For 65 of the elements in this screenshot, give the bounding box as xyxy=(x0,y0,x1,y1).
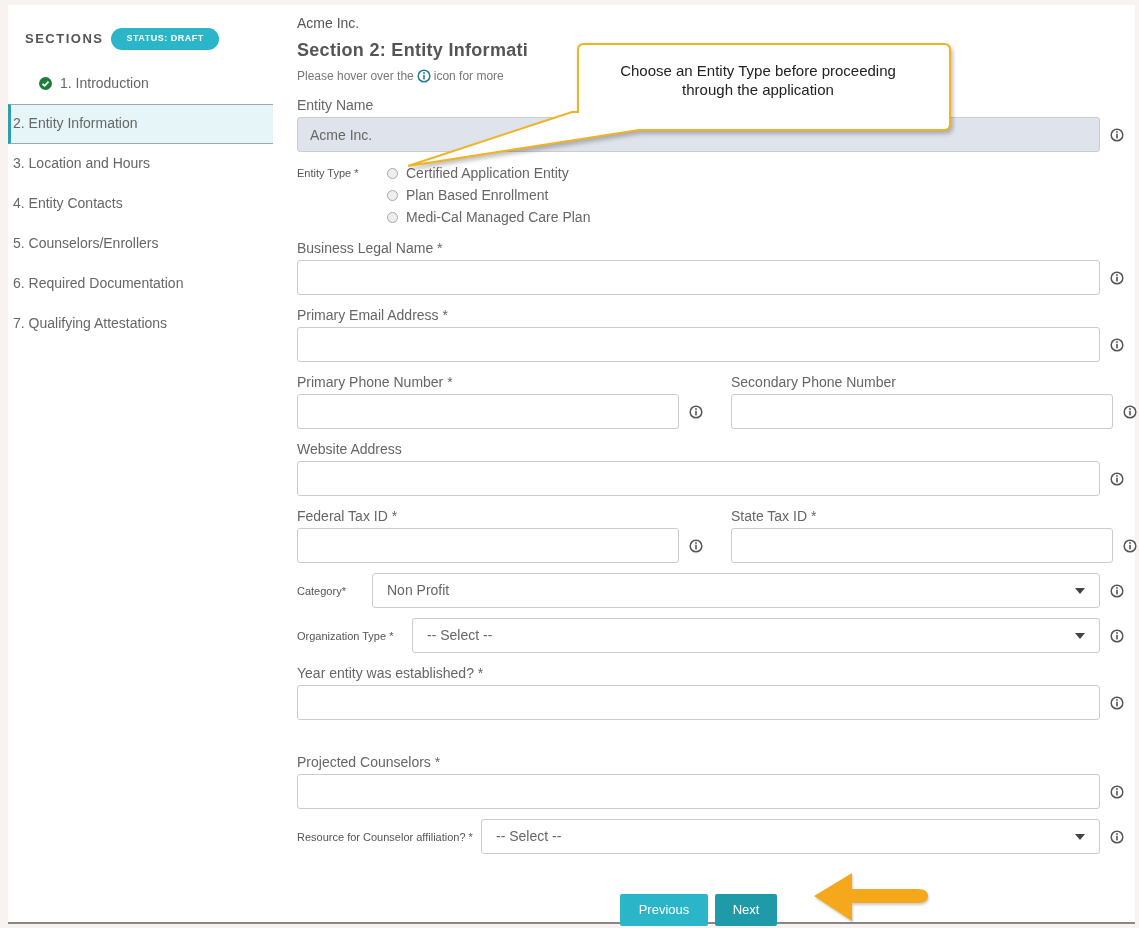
status-badge: STATUS: DRAFT xyxy=(111,28,219,50)
field-label: Category* xyxy=(297,583,347,599)
sidebar-heading: SECTIONS xyxy=(25,30,104,48)
info-icon xyxy=(1110,471,1124,486)
radio-button[interactable] xyxy=(387,189,398,201)
text-field[interactable] xyxy=(297,327,1100,362)
field-label: Organization Type * xyxy=(297,628,395,644)
info-icon xyxy=(1123,538,1137,553)
text-field[interactable] xyxy=(731,394,1113,429)
select-field[interactable]: -- Select -- xyxy=(412,618,1100,653)
field-label: Resource for Counselor affiliation? * xyxy=(297,829,474,845)
field-label: Website Address xyxy=(297,440,403,459)
radio-label: Certified Application Entity xyxy=(406,163,569,183)
text-field[interactable] xyxy=(297,461,1100,496)
info-icon xyxy=(1110,270,1124,285)
sidebar-item[interactable]: 6. Required Documentation xyxy=(8,263,273,304)
info-icon xyxy=(689,538,703,553)
info-icon xyxy=(1110,695,1124,710)
select-field[interactable]: -- Select -- xyxy=(481,819,1100,854)
select-field[interactable]: Non Profit xyxy=(372,573,1100,608)
info-icon xyxy=(1123,404,1137,419)
text-field[interactable] xyxy=(731,528,1113,563)
field-label: Projected Counselors * xyxy=(297,753,442,772)
caret-icon xyxy=(1075,632,1085,639)
info-icon xyxy=(1110,337,1124,352)
hint-text: Please hover over the xyxy=(297,68,414,85)
info-icon xyxy=(689,404,703,419)
sidebar-item[interactable]: 7. Qualifying Attestations xyxy=(8,303,273,344)
text-field[interactable] xyxy=(297,774,1100,809)
field-label: Business Legal Name * xyxy=(297,239,444,258)
field-label: State Tax ID * xyxy=(731,507,818,526)
field-label: Entity Type * xyxy=(297,166,360,181)
field-label: Federal Tax ID * xyxy=(297,507,399,526)
text-field[interactable] xyxy=(297,685,1100,720)
field-label: Year entity was established? * xyxy=(297,664,485,683)
radio-button[interactable] xyxy=(387,167,398,179)
info-icon xyxy=(1110,127,1124,142)
organization-name: Acme Inc. xyxy=(297,14,361,33)
text-field[interactable] xyxy=(297,394,679,429)
field-label: Primary Phone Number * xyxy=(297,373,454,392)
info-icon xyxy=(1110,784,1124,799)
radio-button[interactable] xyxy=(387,211,398,223)
sidebar-item[interactable]: 5. Counselors/Enrollers xyxy=(8,223,273,264)
next-button[interactable]: Next xyxy=(715,894,777,926)
sidebar-item[interactable]: 1. Introduction xyxy=(8,63,273,104)
section-title: Section 2: Entity Informati xyxy=(297,39,530,62)
text-field[interactable] xyxy=(297,260,1100,295)
text-field[interactable] xyxy=(297,528,679,563)
sidebar-item[interactable]: 2. Entity Information xyxy=(8,103,273,144)
caret-icon xyxy=(1075,587,1085,594)
info-icon xyxy=(1110,628,1124,643)
radio-label: Medi-Cal Managed Care Plan xyxy=(406,207,591,227)
info-icon xyxy=(1110,583,1124,598)
info-icon xyxy=(1110,829,1124,844)
info-icon xyxy=(416,69,431,83)
field-label: Secondary Phone Number xyxy=(731,373,897,392)
callout-text: Choose an Entity Type before proceeding through the application xyxy=(619,61,897,99)
sidebar-item[interactable]: 3. Location and Hours xyxy=(8,143,273,184)
check-icon xyxy=(39,77,52,90)
field-label: Primary Email Address * xyxy=(297,306,449,325)
sidebar-item[interactable]: 4. Entity Contacts xyxy=(8,183,273,224)
radio-label: Plan Based Enrollment xyxy=(406,185,549,205)
hint-text: icon for more xyxy=(433,68,504,85)
field-label: Entity Name xyxy=(297,96,375,115)
caret-icon xyxy=(1075,833,1085,840)
